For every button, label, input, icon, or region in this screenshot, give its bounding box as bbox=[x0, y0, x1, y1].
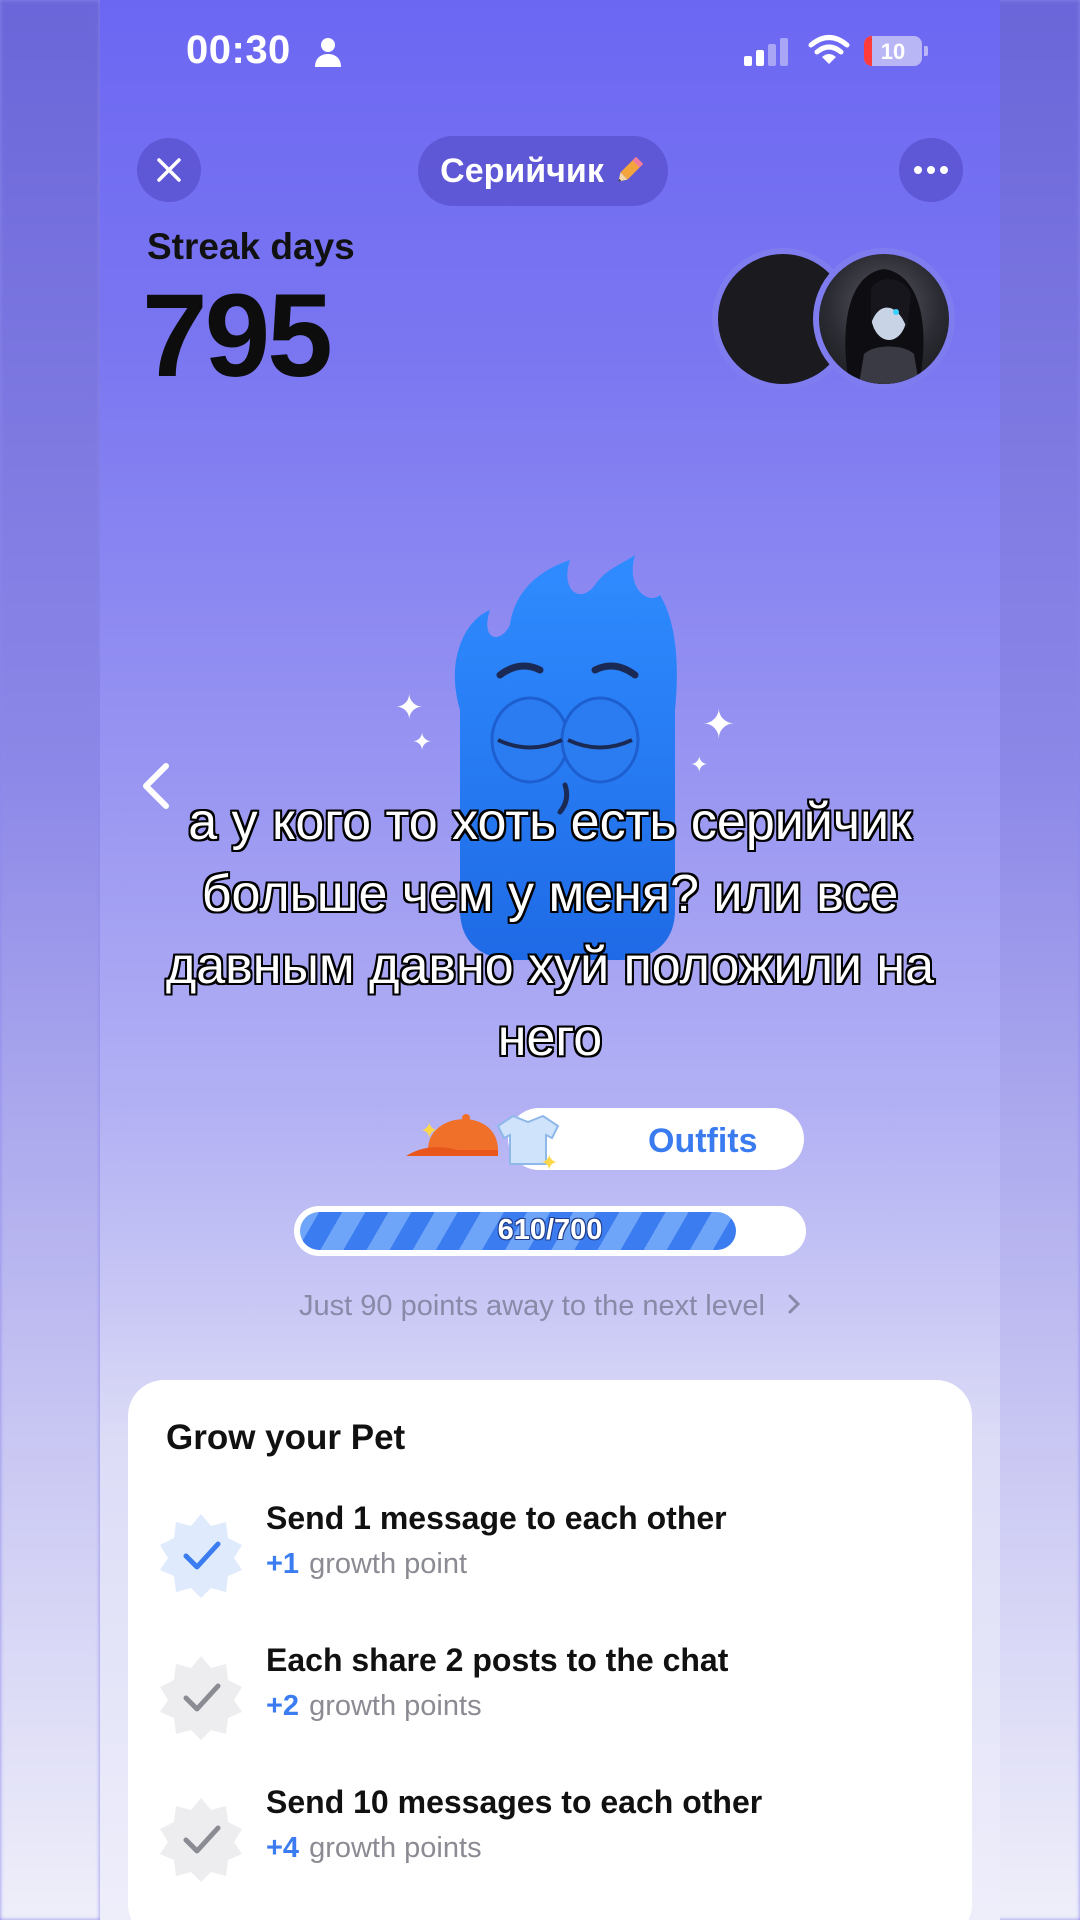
progress-text: 610/700 bbox=[497, 1214, 603, 1246]
next-level-link[interactable]: Just 90 points away to the next level bbox=[100, 1290, 1000, 1323]
overlay-caption: а у кого то хоть есть серийчик больше че… bbox=[165, 792, 935, 1068]
task-title: Each share 2 posts to the chat bbox=[266, 1642, 729, 1678]
grow-pet-card: Grow your Pet Send 1 message to each oth… bbox=[128, 1380, 972, 1920]
person-icon bbox=[315, 38, 341, 67]
more-icon bbox=[914, 166, 948, 174]
check-badge-icon bbox=[160, 1656, 242, 1740]
outfits-label: Outfits bbox=[648, 1122, 758, 1160]
streak-label: Streak days bbox=[147, 226, 355, 267]
task-item: Send 1 message to each other +1 growth po… bbox=[158, 1500, 958, 1610]
chevron-right-icon bbox=[787, 1290, 801, 1323]
status-bar: 00:30 10 bbox=[100, 0, 1000, 100]
avatar[interactable] bbox=[813, 248, 955, 390]
svg-text:✦: ✦ bbox=[540, 1150, 558, 1175]
svg-text:✦: ✦ bbox=[420, 1118, 438, 1143]
close-button[interactable] bbox=[137, 138, 201, 202]
battery-icon: 10 bbox=[864, 36, 928, 66]
streak-value: 795 bbox=[142, 270, 333, 402]
sparkle-icon: ✦ bbox=[395, 689, 424, 727]
phone-screen: 00:30 10 Серийчик Streak days 795 ✦ ✦ ✦ … bbox=[100, 0, 1000, 1920]
check-badge-icon bbox=[160, 1514, 242, 1598]
close-icon bbox=[157, 158, 181, 182]
chat-title: Серийчик bbox=[440, 151, 604, 190]
outfit-icons: ✦ ✦ ● bbox=[406, 1114, 560, 1175]
task-points: +1 growth point bbox=[266, 1548, 468, 1580]
pencil-icon bbox=[618, 156, 643, 182]
check-badge-icon bbox=[160, 1798, 242, 1882]
task-item: Send 10 messages to each other +4 growth … bbox=[158, 1784, 958, 1894]
battery-level: 10 bbox=[880, 39, 906, 64]
avatar-photo bbox=[845, 269, 924, 384]
task-points: +4 growth points bbox=[266, 1832, 482, 1864]
sparkle-icon: ✦ bbox=[412, 729, 433, 756]
chat-title-button[interactable]: Серийчик bbox=[418, 136, 668, 206]
growth-progress-bar: 610/700 bbox=[294, 1206, 806, 1256]
more-options-button[interactable] bbox=[899, 138, 963, 202]
sparkle-icon: ✦ bbox=[702, 703, 736, 747]
status-time: 00:30 bbox=[186, 28, 291, 72]
background-left bbox=[0, 0, 100, 1920]
grow-pet-title: Grow your Pet bbox=[166, 1418, 406, 1457]
next-level-text: Just 90 points away to the next level bbox=[299, 1290, 765, 1322]
task-item: Each share 2 posts to the chat +2 growth … bbox=[158, 1642, 958, 1752]
task-points: +2 growth points bbox=[266, 1690, 482, 1722]
task-title: Send 1 message to each other bbox=[266, 1500, 727, 1536]
signal-icon bbox=[744, 38, 788, 66]
task-title: Send 10 messages to each other bbox=[266, 1784, 763, 1820]
wifi-icon bbox=[808, 35, 850, 64]
sparkle-icon: ✦ bbox=[690, 752, 709, 777]
